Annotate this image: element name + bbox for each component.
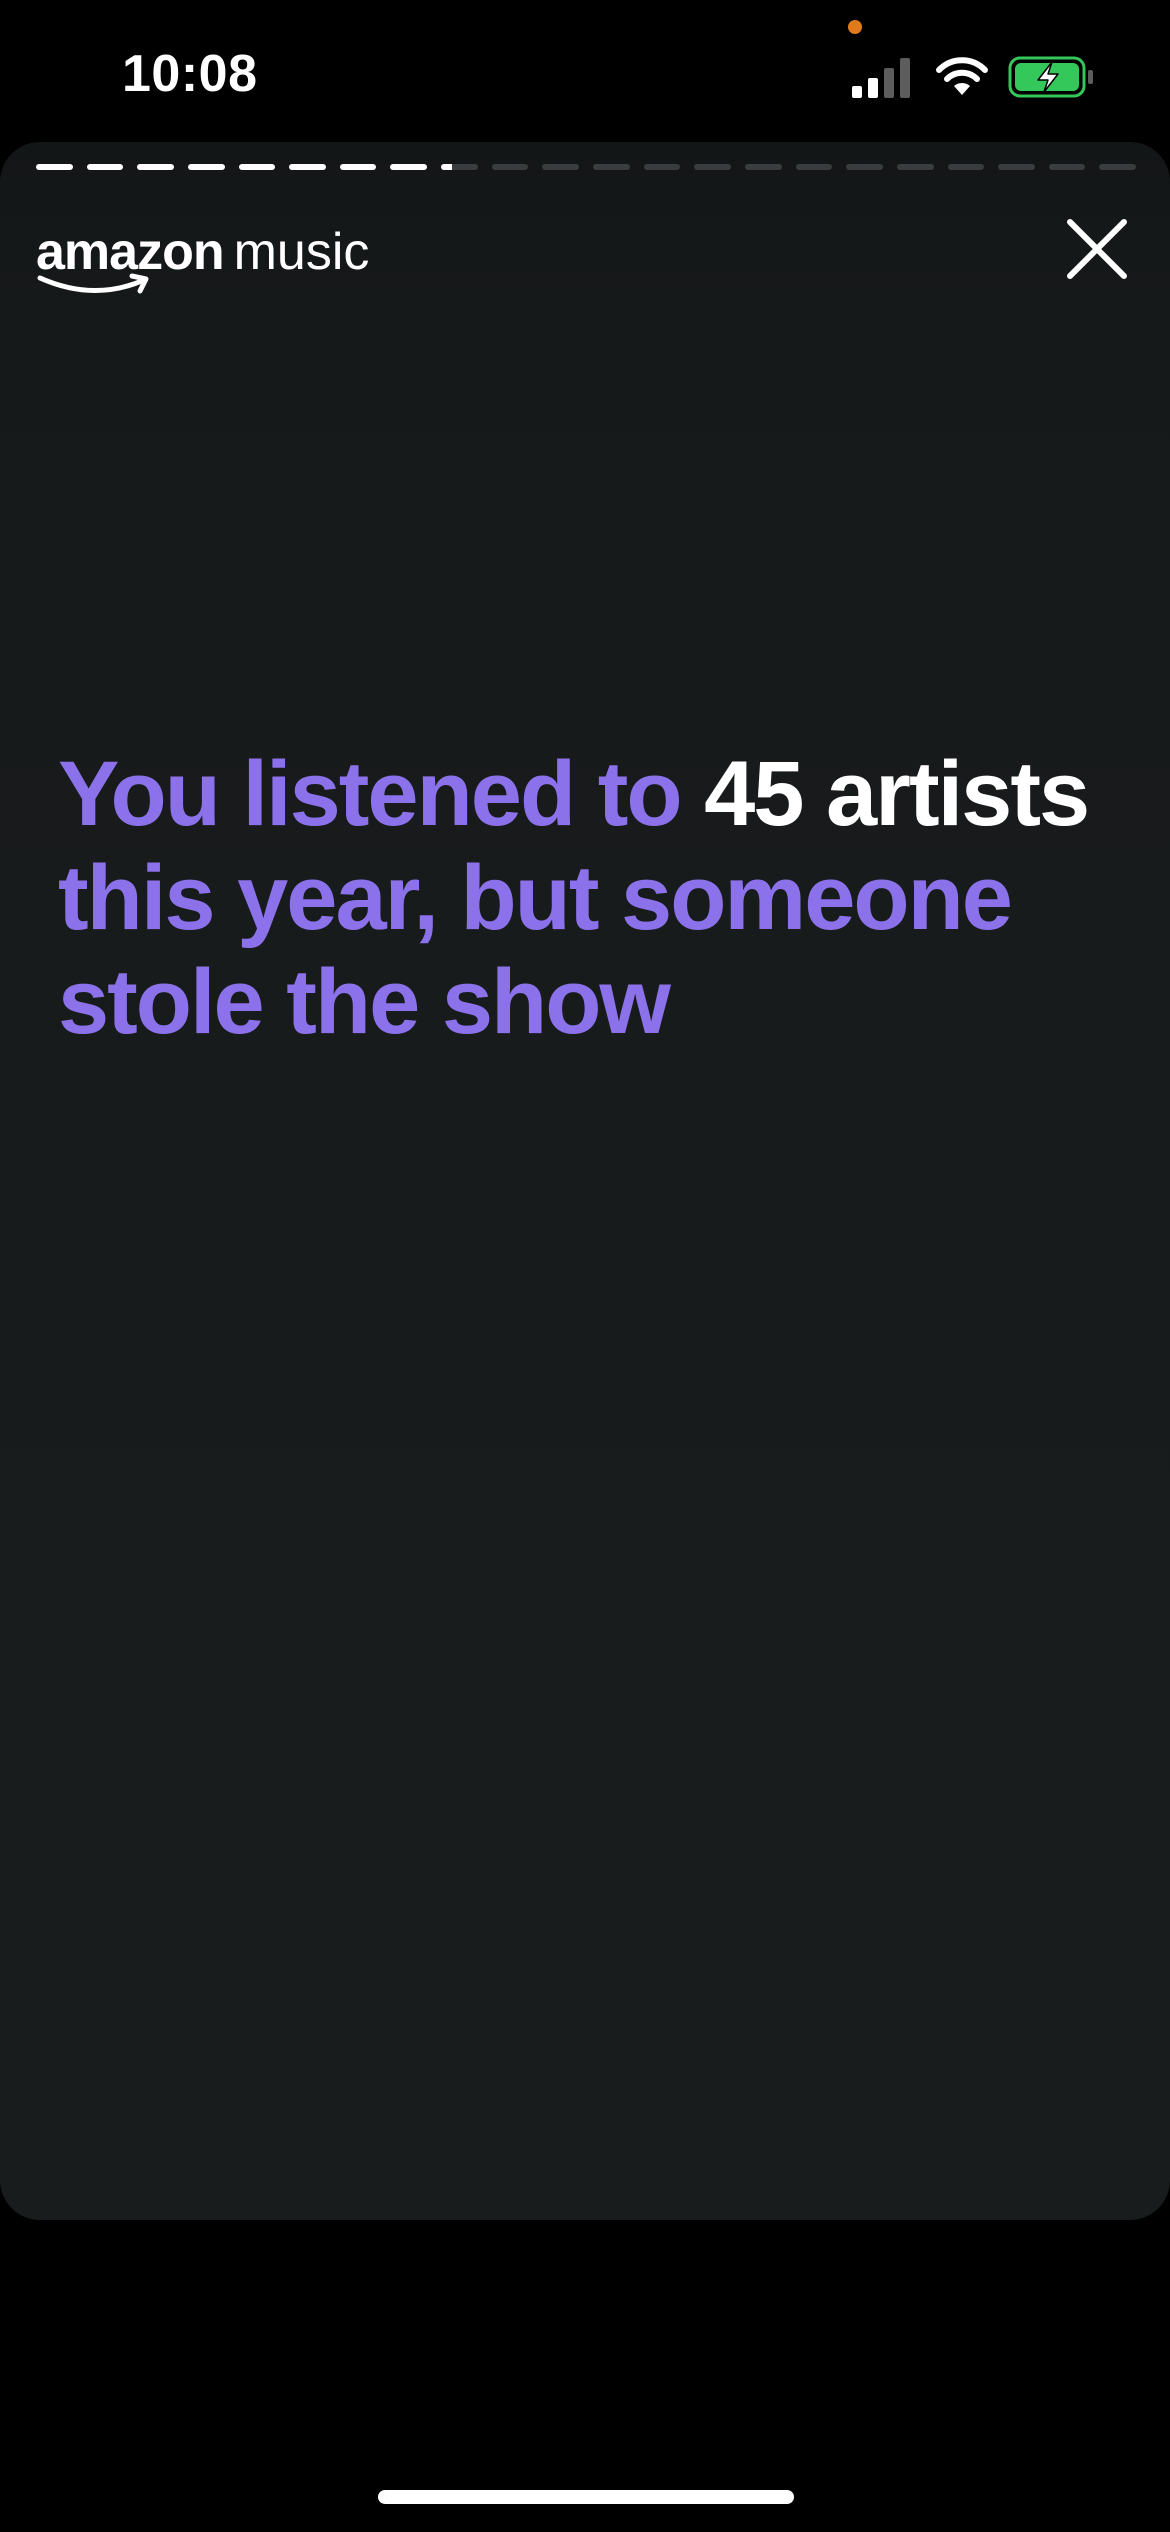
progress-segment [1048,164,1086,170]
progress-segment [339,164,377,170]
screen: 10:08 amazon music You listened to 45 ar… [0,0,1170,2532]
progress-segment [593,164,630,170]
headline-artist-count: 45 artists [704,743,1090,845]
progress-segment [947,164,985,170]
progress-segment [289,164,326,170]
privacy-indicator-dot [848,20,862,34]
close-icon[interactable] [1060,212,1134,286]
progress-segment [643,164,681,170]
progress-segment [1099,164,1137,170]
status-time: 10:08 [122,45,258,103]
progress-segment [491,164,529,170]
story-headline: You listened to 45 artists this year, bu… [58,742,1118,1054]
progress-segment [441,164,478,170]
progress-segment [390,164,428,170]
progress-segment [86,164,124,170]
headline-part-2: this year, but someone stole the show [58,847,1013,1053]
battery-charging-icon [1008,56,1093,98]
progress-segment [238,164,276,170]
amazon-smile-icon [37,273,149,294]
story-progress-bar [36,164,1137,170]
progress-segment [542,164,580,170]
progress-segment [744,164,782,170]
signal-icon [852,58,910,98]
story-card[interactable]: amazon music You listened to 45 artists t… [0,142,1170,2220]
progress-segment [998,164,1035,170]
progress-segment [187,164,225,170]
headline-part-1: You listened to [58,743,705,845]
progress-segment [36,164,73,170]
logo-word-music: music [233,223,370,281]
progress-segment [795,164,833,170]
wifi-icon [936,57,988,95]
progress-segment [694,164,731,170]
home-indicator[interactable] [378,2490,794,2504]
progress-segment [846,164,883,170]
amazon-music-logo: amazon music [36,226,369,306]
progress-segment [896,164,934,170]
progress-segment [137,164,174,170]
